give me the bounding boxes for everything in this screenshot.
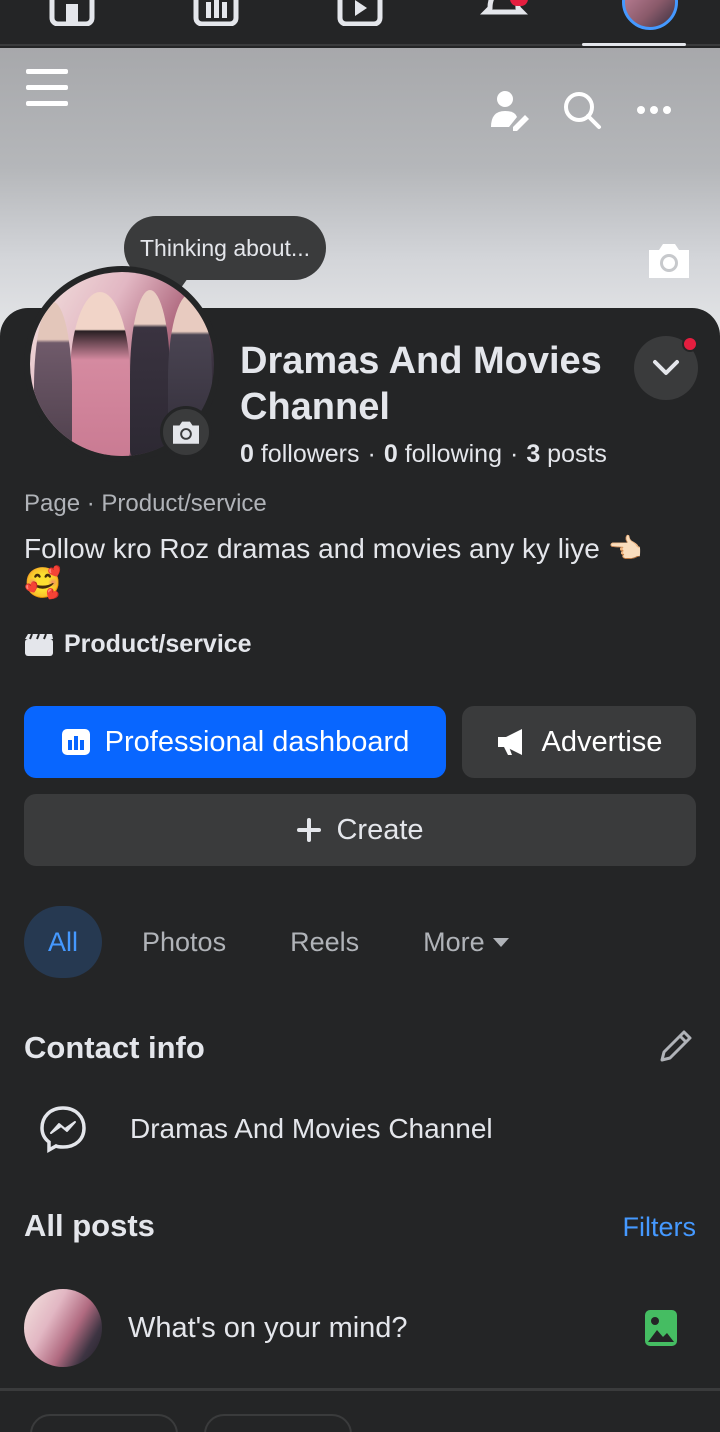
- pencil-icon: [660, 1030, 692, 1062]
- notifications-tab[interactable]: [474, 0, 534, 44]
- contact-info-title: Contact info: [24, 1030, 205, 1065]
- top-navigation: [0, 0, 720, 46]
- posts-stat[interactable]: 3 posts: [526, 440, 607, 468]
- advertise-label: Advertise: [541, 725, 663, 758]
- tab-all-label: All: [48, 926, 79, 957]
- camera-icon: [173, 421, 199, 444]
- megaphone-icon: [497, 729, 522, 755]
- switch-profile-button[interactable]: [486, 88, 530, 132]
- caret-down-icon: [492, 937, 509, 947]
- search-icon: [564, 92, 601, 129]
- plus-icon: [297, 818, 322, 842]
- tab-all[interactable]: All: [24, 906, 103, 978]
- home-icon: [49, 0, 95, 26]
- page-name: Dramas And Movies Channel: [240, 340, 602, 428]
- tab-reels-label: Reels: [290, 926, 360, 957]
- page-category: Page · Product/service: [24, 490, 267, 517]
- category-info-label: Product/service: [64, 630, 252, 658]
- followers-stat[interactable]: 0 followers: [240, 440, 360, 468]
- composer-avatar: [24, 1289, 102, 1367]
- following-stat[interactable]: 0 following: [384, 440, 502, 468]
- menu-button[interactable]: [22, 66, 72, 110]
- following-count: 0: [383, 440, 398, 468]
- profile-tab[interactable]: [620, 0, 680, 44]
- dashboard-icon: [61, 729, 90, 755]
- chevron-down-icon: [653, 360, 679, 375]
- posts-label: posts: [547, 440, 607, 468]
- filter-chip-peek[interactable]: [30, 1414, 178, 1432]
- posts-count: 3: [526, 440, 541, 468]
- composer-prompt[interactable]: What's on your mind?: [128, 1312, 644, 1345]
- followers-label: followers: [260, 440, 360, 468]
- search-button[interactable]: [560, 88, 604, 132]
- video-tab[interactable]: [330, 0, 390, 44]
- professional-dashboard-button[interactable]: Professional dashboard: [24, 706, 446, 778]
- more-options-button[interactable]: [632, 90, 676, 130]
- create-button[interactable]: Create: [24, 794, 696, 866]
- edit-contact-button[interactable]: [656, 1026, 696, 1071]
- content-tabs: All Photos Reels More: [24, 906, 549, 978]
- thought-bubble[interactable]: Thinking about...: [124, 216, 327, 292]
- edit-profile-picture-button[interactable]: [160, 406, 212, 458]
- create-label: Create: [336, 813, 424, 846]
- messenger-name: Dramas And Movies Channel: [130, 1113, 493, 1144]
- following-label: following: [404, 440, 502, 468]
- category-info: Product/service: [24, 630, 252, 659]
- messenger-icon: [40, 1106, 86, 1154]
- pages-tab[interactable]: [186, 0, 246, 44]
- nav-avatar: [622, 0, 678, 30]
- post-composer[interactable]: What's on your mind?: [24, 1288, 696, 1368]
- profile-card: [0, 308, 720, 1432]
- video-icon: [337, 0, 383, 26]
- tab-more-label: More: [423, 926, 485, 957]
- page-bio: Follow kro Roz dramas and movies any ky …: [24, 533, 643, 564]
- camera-icon: [649, 244, 689, 278]
- more-dots-icon: [637, 106, 671, 114]
- tab-reels[interactable]: Reels: [266, 906, 383, 978]
- filters-button[interactable]: Filters: [623, 1212, 697, 1243]
- edit-cover-button[interactable]: [644, 238, 694, 282]
- filter-chip-peek[interactable]: [204, 1414, 352, 1432]
- clapperboard-icon: [25, 633, 53, 656]
- user-edit-icon: [491, 91, 529, 131]
- tab-photos-label: Photos: [142, 926, 227, 957]
- thought-bubble-text: Thinking about...: [140, 234, 311, 261]
- active-tab-indicator: [582, 43, 686, 46]
- hamburger-menu-icon: [26, 69, 68, 106]
- section-divider: [0, 1388, 720, 1391]
- professional-dashboard-label: Professional dashboard: [104, 725, 410, 758]
- advertise-button[interactable]: Advertise: [462, 706, 696, 778]
- all-posts-title: All posts: [24, 1208, 155, 1243]
- bio-emoji: 🥰: [24, 567, 62, 600]
- home-tab[interactable]: [42, 0, 102, 44]
- page-stats: 0 followers · 0 following · 3 posts: [240, 440, 607, 468]
- tab-photos[interactable]: Photos: [118, 906, 250, 978]
- photo-icon[interactable]: [644, 1308, 678, 1348]
- contact-messenger[interactable]: Dramas And Movies Channel: [38, 1104, 493, 1154]
- pages-icon: [193, 0, 239, 26]
- tab-more[interactable]: More: [399, 906, 533, 978]
- account-alert-dot: [682, 336, 698, 352]
- followers-count: 0: [240, 440, 254, 468]
